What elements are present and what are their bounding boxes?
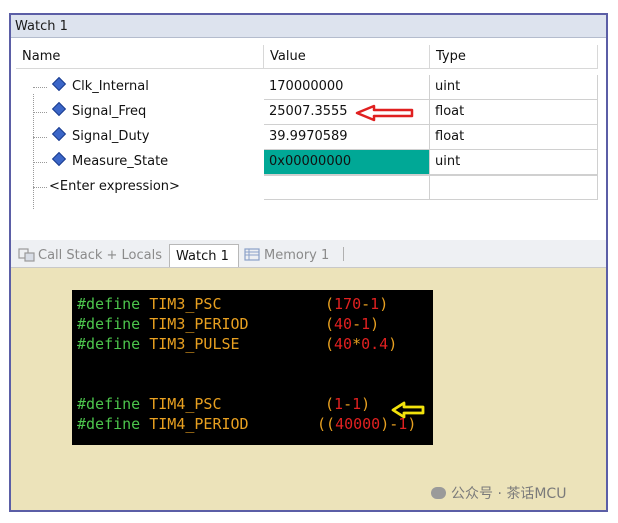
code-line: #define TIM3_PULSE bbox=[77, 335, 240, 353]
code-line: #define TIM4_PERIOD bbox=[77, 415, 249, 433]
row-value[interactable]: 170000000 bbox=[264, 75, 430, 100]
code-token: ) bbox=[388, 335, 398, 353]
tab-memory-1[interactable]: Memory 1 bbox=[241, 244, 341, 266]
code-token: ( bbox=[325, 315, 335, 333]
code-token: 1 bbox=[352, 395, 362, 413]
watermark: 公众号 · 茶话MCU bbox=[431, 483, 566, 503]
row-name: Measure_State bbox=[72, 154, 169, 169]
code-token: 1 bbox=[361, 315, 371, 333]
row-name: Clk_Internal bbox=[72, 79, 149, 94]
code-keyword: #define bbox=[77, 295, 141, 313]
code-token: ) bbox=[361, 395, 371, 413]
code-macro-name: TIM4_PERIOD bbox=[140, 415, 249, 433]
code-token: - bbox=[361, 295, 371, 313]
row-name: Signal_Freq bbox=[72, 104, 147, 119]
row-value[interactable]: 39.9970589 bbox=[264, 125, 430, 150]
code-keyword: #define bbox=[77, 415, 141, 433]
table-row[interactable]: Measure_State 0x00000000 uint bbox=[11, 150, 606, 175]
code-macro-name: TIM3_PULSE bbox=[140, 335, 240, 353]
code-token: 170 bbox=[334, 295, 362, 313]
yellow-arrow-annotation bbox=[391, 401, 425, 419]
enter-expression-row[interactable]: <Enter expression> bbox=[11, 175, 606, 200]
call-stack-icon bbox=[18, 248, 35, 262]
enter-expression-label[interactable]: <Enter expression> bbox=[49, 179, 180, 194]
code-expression: (40*0.4) bbox=[325, 335, 397, 353]
tab-divider bbox=[343, 247, 344, 261]
code-token: ) bbox=[379, 295, 389, 313]
code-token: ) bbox=[380, 415, 390, 433]
watch-window: Watch 1 Name Value Type Clk_Internal 170… bbox=[9, 13, 608, 512]
window-title: Watch 1 bbox=[15, 19, 68, 34]
code-keyword: #define bbox=[77, 395, 141, 413]
column-header-value[interactable]: Value bbox=[264, 45, 430, 69]
watch-grid: Name Value Type Clk_Internal 170000000 u… bbox=[11, 38, 606, 241]
code-expression: (40-1) bbox=[325, 315, 379, 333]
variable-icon bbox=[51, 151, 67, 167]
code-token: ( bbox=[325, 335, 335, 353]
code-line: #define TIM4_PSC bbox=[77, 395, 222, 413]
code-token: 40000 bbox=[335, 415, 381, 433]
code-keyword: #define bbox=[77, 335, 141, 353]
code-token: 1 bbox=[370, 295, 380, 313]
variable-icon bbox=[51, 76, 67, 92]
table-row[interactable]: Signal_Duty 39.9970589 float bbox=[11, 125, 606, 150]
code-macro-name: TIM3_PERIOD bbox=[140, 315, 249, 333]
tab-watch-1[interactable]: Watch 1 bbox=[169, 244, 239, 267]
row-value[interactable] bbox=[264, 175, 430, 200]
code-expression: (170-1) bbox=[325, 295, 388, 313]
row-type: float bbox=[430, 125, 598, 150]
code-token: ) bbox=[370, 315, 380, 333]
row-type: uint bbox=[430, 150, 598, 175]
code-macro-name: TIM3_PSC bbox=[140, 295, 222, 313]
row-name: Signal_Duty bbox=[72, 129, 150, 144]
wechat-icon bbox=[431, 487, 446, 499]
code-token: 0.4 bbox=[361, 335, 389, 353]
code-token: 40 bbox=[334, 335, 353, 353]
code-snippet: #define TIM3_PSC (170-1) #define TIM3_PERI… bbox=[72, 290, 433, 445]
tab-call-stack-locals[interactable]: Call Stack + Locals bbox=[16, 244, 166, 266]
code-expression: (1-1) bbox=[325, 395, 370, 413]
variable-icon bbox=[51, 101, 67, 117]
code-token: (( bbox=[317, 415, 336, 433]
code-keyword: #define bbox=[77, 315, 141, 333]
variable-icon bbox=[51, 126, 67, 142]
row-value-highlighted[interactable]: 0x00000000 bbox=[264, 150, 430, 175]
code-macro-name: TIM4_PSC bbox=[140, 395, 222, 413]
code-line: #define TIM3_PSC bbox=[77, 295, 222, 313]
column-header-name[interactable]: Name bbox=[16, 45, 264, 69]
code-token: - bbox=[352, 315, 362, 333]
memory-icon bbox=[244, 248, 260, 261]
row-type: uint bbox=[430, 75, 598, 100]
row-type bbox=[430, 175, 598, 200]
table-row[interactable]: Signal_Freq 25007.3555 float bbox=[11, 100, 606, 125]
code-token: * bbox=[352, 335, 362, 353]
code-token: ( bbox=[325, 395, 335, 413]
code-token: 1 bbox=[334, 395, 344, 413]
tab-bar: Call Stack + Locals Watch 1 Memory 1 bbox=[11, 240, 606, 268]
red-arrow-annotation bbox=[355, 104, 414, 122]
row-type: float bbox=[430, 100, 598, 125]
code-token: - bbox=[343, 395, 353, 413]
code-line: #define TIM3_PERIOD bbox=[77, 315, 249, 333]
window-titlebar: Watch 1 bbox=[11, 15, 606, 38]
code-token: 40 bbox=[334, 315, 353, 333]
code-token: ( bbox=[325, 295, 335, 313]
table-row[interactable]: Clk_Internal 170000000 uint bbox=[11, 75, 606, 100]
column-header-type[interactable]: Type bbox=[430, 45, 598, 69]
